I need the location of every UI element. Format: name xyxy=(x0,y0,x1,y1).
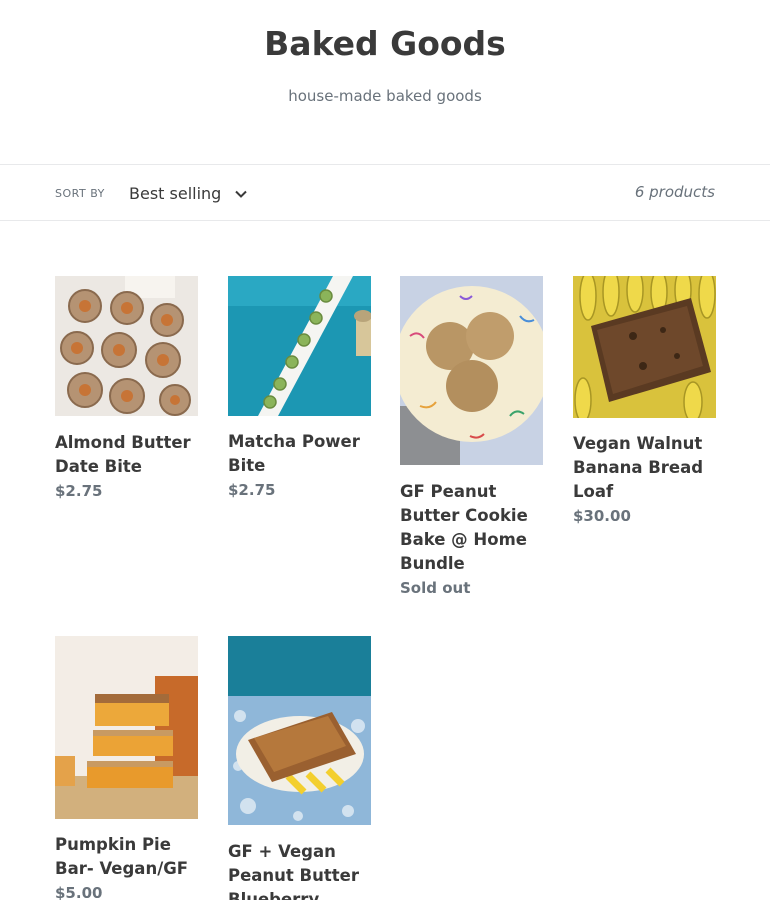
product-price: $5.00 xyxy=(55,884,103,900)
sort-by-label: SORT BY xyxy=(55,187,105,200)
sort-by-select[interactable]: Best selling xyxy=(120,175,256,211)
product-title[interactable]: Vegan Walnut Banana Bread Loaf xyxy=(573,432,716,504)
cookies-plate-photo[interactable] xyxy=(400,276,543,465)
product-title[interactable]: Pumpkin Pie Bar- Vegan/GF xyxy=(55,833,198,881)
product-card[interactable]: Pumpkin Pie Bar- Vegan/GF $5.00 xyxy=(55,636,198,900)
date-bites-photo[interactable] xyxy=(55,276,198,416)
banana-bread-photo[interactable] xyxy=(573,276,716,418)
product-price: $2.75 xyxy=(55,482,103,500)
product-card[interactable]: GF Peanut Butter Cookie Bake @ Home Bund… xyxy=(400,276,543,606)
blueberry-bread-photo[interactable] xyxy=(228,636,371,825)
product-status: Sold out xyxy=(400,579,471,597)
product-price: $30.00 xyxy=(573,507,631,525)
product-title[interactable]: Almond Butter Date Bite xyxy=(55,431,198,479)
product-count: 6 products xyxy=(634,183,715,201)
product-card[interactable]: Vegan Walnut Banana Bread Loaf $30.00 xyxy=(573,276,716,536)
product-card[interactable]: Almond Butter Date Bite $2.75 xyxy=(55,276,198,506)
collection-description: house-made baked goods xyxy=(288,87,482,105)
pumpkin-bars-photo[interactable] xyxy=(55,636,198,819)
collection-header: Baked Goods house-made baked goods xyxy=(0,0,770,164)
sort-selected-value: Best selling xyxy=(129,183,222,203)
matcha-bites-photo[interactable] xyxy=(228,276,371,416)
filter-bar: SORT BY Best selling 6 products xyxy=(0,164,770,221)
product-card[interactable]: GF + Vegan Peanut Butter Blueberry Bread xyxy=(228,636,371,900)
product-title[interactable]: Matcha Power Bite xyxy=(228,430,371,478)
chevron-down-icon xyxy=(234,186,248,200)
product-card[interactable]: Matcha Power Bite $2.75 xyxy=(228,276,371,506)
page-title: Baked Goods xyxy=(264,24,506,63)
product-title[interactable]: GF Peanut Butter Cookie Bake @ Home Bund… xyxy=(400,480,543,576)
product-title[interactable]: GF + Vegan Peanut Butter Blueberry Bread xyxy=(228,840,371,900)
product-price: $2.75 xyxy=(228,481,276,499)
